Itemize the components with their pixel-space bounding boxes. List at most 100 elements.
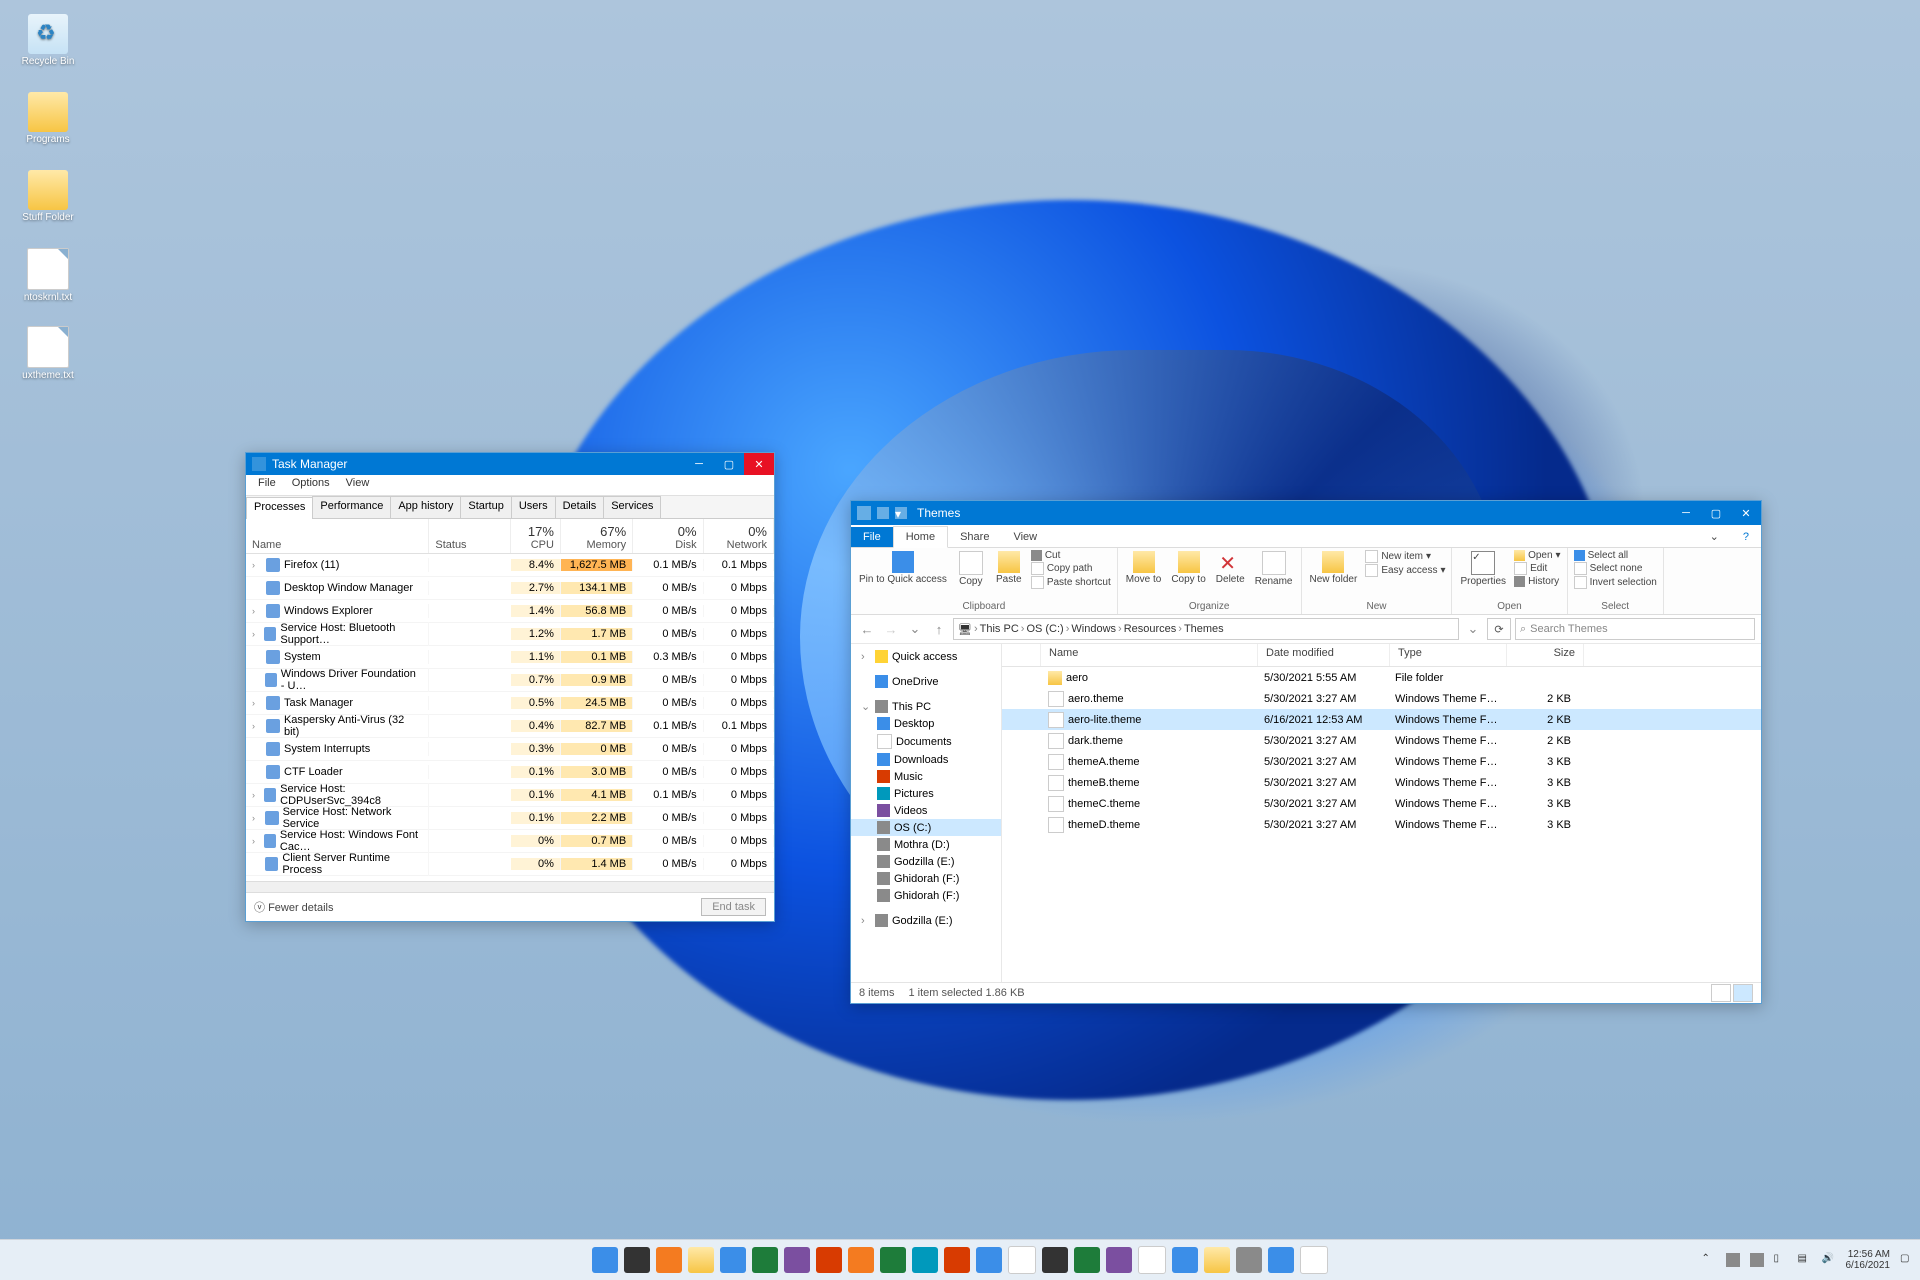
properties-button[interactable]: ✓Properties	[1458, 550, 1508, 588]
copy-button[interactable]: Copy	[955, 550, 987, 588]
tree-node[interactable]: OneDrive	[851, 673, 1001, 690]
tm-column-header[interactable]: Name Status 17%CPU 67%Memory 0%Disk 0%Ne…	[246, 519, 774, 554]
process-row[interactable]: ›Service Host: Network Service0.1%2.2 MB…	[246, 807, 774, 830]
details-view-button[interactable]	[1733, 984, 1753, 1002]
history-button[interactable]: History	[1514, 576, 1561, 587]
menu-options[interactable]: Options	[284, 475, 338, 495]
tree-node[interactable]: Videos	[851, 802, 1001, 819]
new-item-button[interactable]: New item ▾	[1365, 550, 1445, 563]
file-row[interactable]: themeD.theme5/30/2021 3:27 AMWindows The…	[1002, 814, 1761, 835]
menu-view[interactable]: View	[338, 475, 378, 495]
easy-access-button[interactable]: Easy access ▾	[1365, 564, 1445, 577]
tab-file[interactable]: File	[851, 527, 893, 547]
taskbar-app-icon[interactable]	[1204, 1247, 1230, 1273]
desktop-icon[interactable]: uxtheme.txt	[10, 326, 86, 381]
tab-share[interactable]: Share	[948, 527, 1001, 547]
forward-button[interactable]: →	[881, 619, 901, 639]
process-row[interactable]: Windows Driver Foundation - U…0.7%0.9 MB…	[246, 669, 774, 692]
file-row[interactable]: aero5/30/2021 5:55 AMFile folder	[1002, 667, 1761, 688]
volume-icon[interactable]: 🔊	[1822, 1253, 1836, 1267]
col-size[interactable]: Size	[1507, 644, 1584, 666]
copy-to-button[interactable]: Copy to	[1169, 550, 1207, 586]
tree-node[interactable]: OS (C:)	[851, 819, 1001, 836]
taskbar-app-icon[interactable]	[944, 1247, 970, 1273]
taskbar-app-icon[interactable]	[752, 1247, 778, 1273]
tree-node[interactable]: Downloads	[851, 751, 1001, 768]
clock[interactable]: 12:56 AM 6/16/2021	[1846, 1249, 1891, 1271]
address-dropdown[interactable]: ⌄	[1463, 619, 1483, 639]
taskbar-app-icon[interactable]	[1268, 1247, 1294, 1273]
col-name[interactable]: Name	[252, 539, 422, 551]
tm-scrollbar[interactable]	[246, 881, 774, 892]
taskbar-app-icon[interactable]	[720, 1247, 746, 1273]
fewer-details-toggle[interactable]: ⓥ Fewer details	[254, 899, 333, 915]
copy-path-button[interactable]: Copy path	[1031, 562, 1111, 575]
col-cpu[interactable]: CPU	[517, 539, 554, 551]
tab-processes[interactable]: Processes	[246, 497, 313, 519]
network-icon[interactable]: ▤	[1798, 1253, 1812, 1267]
file-row[interactable]: aero.theme5/30/2021 3:27 AMWindows Theme…	[1002, 688, 1761, 709]
paste-shortcut-button[interactable]: Paste shortcut	[1031, 576, 1111, 589]
tree-node[interactable]: Ghidorah (F:)	[851, 887, 1001, 904]
taskbar-app-icon[interactable]	[1236, 1247, 1262, 1273]
process-row[interactable]: ›Service Host: Bluetooth Support…1.2%1.7…	[246, 623, 774, 646]
cut-button[interactable]: Cut	[1031, 550, 1111, 561]
desktop-icon[interactable]: Programs	[10, 92, 86, 145]
taskbar-app-icon[interactable]	[656, 1247, 682, 1273]
notifications-icon[interactable]: ▢	[1900, 1253, 1914, 1267]
tree-node[interactable]: Pictures	[851, 785, 1001, 802]
tree-node[interactable]: Ghidorah (F:)	[851, 870, 1001, 887]
tray-icon[interactable]	[1726, 1253, 1740, 1267]
move-to-button[interactable]: Move to	[1124, 550, 1164, 586]
qat-icon[interactable]	[877, 507, 889, 519]
tray-icon[interactable]	[1750, 1253, 1764, 1267]
taskbar-app-icon[interactable]	[1074, 1247, 1100, 1273]
tray-chevron-icon[interactable]: ⌃	[1702, 1253, 1716, 1267]
back-button[interactable]: ←	[857, 619, 877, 639]
taskbar-app-icon[interactable]	[688, 1247, 714, 1273]
crumb[interactable]: Resources	[1124, 623, 1177, 635]
process-row[interactable]: ›Kaspersky Anti-Virus (32 bit)0.4%82.7 M…	[246, 715, 774, 738]
taskbar-app-icon[interactable]	[912, 1247, 938, 1273]
taskbar-app-icon[interactable]	[976, 1247, 1002, 1273]
taskbar-app-icon[interactable]	[1008, 1246, 1036, 1274]
crumb[interactable]: This PC	[980, 623, 1019, 635]
file-row[interactable]: themeC.theme5/30/2021 3:27 AMWindows The…	[1002, 793, 1761, 814]
process-row[interactable]: ›Task Manager0.5%24.5 MB0 MB/s0 Mbps	[246, 692, 774, 715]
pin-quick-access-button[interactable]: Pin to Quick access	[857, 550, 949, 586]
crumb[interactable]: OS (C:)	[1026, 623, 1063, 635]
col-type[interactable]: Type	[1390, 644, 1507, 666]
file-row[interactable]: themeA.theme5/30/2021 3:27 AMWindows The…	[1002, 751, 1761, 772]
process-row[interactable]: ›Firefox (11)8.4%1,627.5 MB0.1 MB/s0.1 M…	[246, 554, 774, 577]
taskbar-app-icon[interactable]	[880, 1247, 906, 1273]
taskbar-app-icon[interactable]	[592, 1247, 618, 1273]
tree-node[interactable]: ›Quick access	[851, 648, 1001, 665]
select-all-button[interactable]: Select all	[1574, 550, 1657, 561]
col-name[interactable]: Name	[1041, 644, 1258, 666]
tm-titlebar[interactable]: Task Manager ─ ▢ ✕	[246, 453, 774, 475]
col-memory[interactable]: Memory	[567, 539, 626, 551]
end-task-button[interactable]: End task	[701, 898, 766, 916]
crumb[interactable]: Themes	[1184, 623, 1224, 635]
up-button[interactable]: ↑	[929, 619, 949, 639]
taskbar-app-icon[interactable]	[816, 1247, 842, 1273]
new-folder-button[interactable]: New folder	[1308, 550, 1360, 586]
recent-dropdown[interactable]: ⌄	[905, 619, 925, 639]
minimize-button[interactable]: ─	[1671, 502, 1701, 524]
crumb[interactable]: Windows	[1071, 623, 1116, 635]
desktop-icon[interactable]: Stuff Folder	[10, 170, 86, 223]
tab-details[interactable]: Details	[555, 496, 605, 518]
open-button[interactable]: Open ▾	[1514, 550, 1561, 561]
help-icon[interactable]: ?	[1731, 527, 1761, 547]
tab-performance[interactable]: Performance	[312, 496, 391, 518]
select-none-button[interactable]: Select none	[1574, 562, 1657, 575]
maximize-button[interactable]: ▢	[714, 453, 744, 475]
taskbar-app-icon[interactable]	[1042, 1247, 1068, 1273]
rename-button[interactable]: Rename	[1253, 550, 1295, 588]
thumbnails-view-button[interactable]	[1711, 984, 1731, 1002]
col-status[interactable]: Status	[435, 539, 504, 551]
process-row[interactable]: Desktop Window Manager2.7%134.1 MB0 MB/s…	[246, 577, 774, 600]
taskbar-app-icon[interactable]	[784, 1247, 810, 1273]
tree-node[interactable]: ›Godzilla (E:)	[851, 912, 1001, 929]
desktop-icon[interactable]: ntoskrnl.txt	[10, 248, 86, 303]
